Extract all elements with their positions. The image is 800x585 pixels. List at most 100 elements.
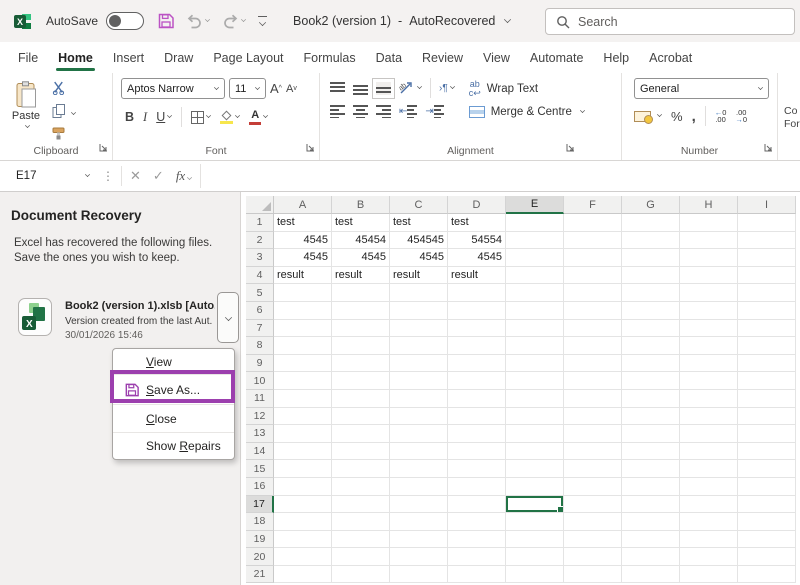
comma-style-button[interactable]: , xyxy=(692,108,696,125)
menu-item-show-repairs[interactable]: Show Repairs xyxy=(113,432,234,459)
cell-F18[interactable] xyxy=(564,513,622,531)
cell-C6[interactable] xyxy=(390,302,448,320)
cell-A3[interactable]: 4545 xyxy=(274,249,332,267)
cell-B3[interactable]: 4545 xyxy=(332,249,390,267)
cell-G6[interactable] xyxy=(622,302,680,320)
cell-B6[interactable] xyxy=(332,302,390,320)
cell-D19[interactable] xyxy=(448,531,506,549)
cell-B5[interactable] xyxy=(332,284,390,302)
recovered-file-name[interactable]: Book2 (version 1).xlsb [Auto... xyxy=(65,300,215,312)
cell-E14[interactable] xyxy=(506,443,564,461)
row-header-20[interactable]: 20 xyxy=(246,548,274,566)
number-dialog-launcher-icon[interactable] xyxy=(764,139,773,157)
cell-G3[interactable] xyxy=(622,249,680,267)
cell-I5[interactable] xyxy=(738,284,796,302)
font-color-button[interactable]: A xyxy=(249,110,268,125)
fill-color-dropdown-icon[interactable] xyxy=(235,113,240,118)
cell-E21[interactable] xyxy=(506,566,564,584)
insert-function-button[interactable]: fx xyxy=(176,168,192,184)
cell-D20[interactable] xyxy=(448,548,506,566)
cell-H8[interactable] xyxy=(680,337,738,355)
cell-C14[interactable] xyxy=(390,443,448,461)
cell-E7[interactable] xyxy=(506,320,564,338)
cell-C7[interactable] xyxy=(390,320,448,338)
font-color-dropdown-icon[interactable] xyxy=(263,113,268,118)
column-header-d[interactable]: D xyxy=(448,196,506,214)
cell-A15[interactable] xyxy=(274,460,332,478)
cell-E4[interactable] xyxy=(506,267,564,285)
row-header-8[interactable]: 8 xyxy=(246,337,274,355)
cell-I15[interactable] xyxy=(738,460,796,478)
cell-D12[interactable] xyxy=(448,408,506,426)
cell-B16[interactable] xyxy=(332,478,390,496)
redo-icon[interactable] xyxy=(222,14,246,29)
cell-B8[interactable] xyxy=(332,337,390,355)
menu-item-view[interactable]: View xyxy=(113,349,234,374)
cell-B12[interactable] xyxy=(332,408,390,426)
accounting-dropdown-icon[interactable] xyxy=(657,112,662,117)
column-header-c[interactable]: C xyxy=(390,196,448,214)
cell-E20[interactable] xyxy=(506,548,564,566)
borders-button[interactable] xyxy=(191,111,211,124)
cell-B19[interactable] xyxy=(332,531,390,549)
cell-D1[interactable]: test xyxy=(448,214,506,232)
cell-A12[interactable] xyxy=(274,408,332,426)
cell-E19[interactable] xyxy=(506,531,564,549)
cell-G13[interactable] xyxy=(622,425,680,443)
cell-D9[interactable] xyxy=(448,355,506,373)
cell-H14[interactable] xyxy=(680,443,738,461)
cell-B17[interactable] xyxy=(332,496,390,514)
cell-G12[interactable] xyxy=(622,408,680,426)
cell-E3[interactable] xyxy=(506,249,564,267)
row-header-11[interactable]: 11 xyxy=(246,390,274,408)
wrap-text-button[interactable]: abc↩Wrap Text xyxy=(469,80,585,98)
cell-E13[interactable] xyxy=(506,425,564,443)
cell-F10[interactable] xyxy=(564,372,622,390)
borders-dropdown-icon[interactable] xyxy=(206,113,211,118)
cell-I12[interactable] xyxy=(738,408,796,426)
clipboard-dialog-launcher-icon[interactable] xyxy=(99,139,108,157)
row-header-12[interactable]: 12 xyxy=(246,408,274,426)
cell-F5[interactable] xyxy=(564,284,622,302)
cell-G16[interactable] xyxy=(622,478,680,496)
cell-H10[interactable] xyxy=(680,372,738,390)
cell-G8[interactable] xyxy=(622,337,680,355)
cell-F8[interactable] xyxy=(564,337,622,355)
cell-A19[interactable] xyxy=(274,531,332,549)
tab-insert[interactable]: Insert xyxy=(103,42,154,73)
cell-F20[interactable] xyxy=(564,548,622,566)
cell-A7[interactable] xyxy=(274,320,332,338)
cell-G19[interactable] xyxy=(622,531,680,549)
orientation-dropdown-icon[interactable] xyxy=(417,84,422,89)
cell-D5[interactable] xyxy=(448,284,506,302)
cell-F21[interactable] xyxy=(564,566,622,584)
autosave-toggle[interactable] xyxy=(106,12,144,30)
cell-D16[interactable] xyxy=(448,478,506,496)
cell-F17[interactable] xyxy=(564,496,622,514)
cell-B11[interactable] xyxy=(332,390,390,408)
cell-E1[interactable] xyxy=(506,214,564,232)
cell-D15[interactable] xyxy=(448,460,506,478)
select-all-corner[interactable] xyxy=(246,196,274,214)
cell-G14[interactable] xyxy=(622,443,680,461)
cell-E5[interactable] xyxy=(506,284,564,302)
cell-E15[interactable] xyxy=(506,460,564,478)
cell-D8[interactable] xyxy=(448,337,506,355)
cell-C8[interactable] xyxy=(390,337,448,355)
cell-D21[interactable] xyxy=(448,566,506,584)
cell-G11[interactable] xyxy=(622,390,680,408)
italic-button[interactable]: I xyxy=(143,110,147,125)
accounting-format-button[interactable] xyxy=(634,111,662,122)
cell-F13[interactable] xyxy=(564,425,622,443)
cell-G15[interactable] xyxy=(622,460,680,478)
cell-I11[interactable] xyxy=(738,390,796,408)
cell-A18[interactable] xyxy=(274,513,332,531)
cell-H20[interactable] xyxy=(680,548,738,566)
cell-A11[interactable] xyxy=(274,390,332,408)
number-format-select[interactable]: General xyxy=(634,78,769,99)
cell-B2[interactable]: 45454 xyxy=(332,232,390,250)
cell-G1[interactable] xyxy=(622,214,680,232)
cell-D10[interactable] xyxy=(448,372,506,390)
tab-home[interactable]: Home xyxy=(48,42,103,73)
cell-A5[interactable] xyxy=(274,284,332,302)
